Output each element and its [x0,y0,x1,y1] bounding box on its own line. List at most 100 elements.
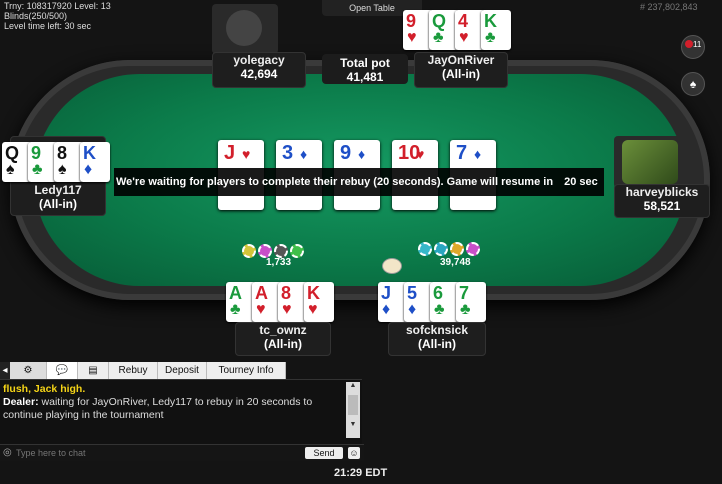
player-stack: 58,521 [643,199,681,213]
card-rank: 5 [407,283,418,303]
hole-card: K ♦ [80,142,110,182]
card-suit-icon: ♦ [300,146,308,162]
pot-box: Total pot 41,481 [322,54,408,84]
card-suit-icon: ♣ [32,161,43,178]
card-rank: 4 [458,11,469,31]
seat-yolegacy[interactable]: yolegacy 42,694 [212,52,306,88]
hand-ranking-icon[interactable]: ♠ [681,72,705,96]
default-avatar-icon [226,10,262,46]
dealer-button-icon [382,258,402,274]
player-name: JayOnRiver [427,53,495,67]
chip-icon [258,244,272,258]
card-suit-icon: ♣ [434,301,445,318]
leaf-avatar-icon [622,140,678,184]
avatar-yolegacy [212,4,278,54]
level-time-line: Level time left: 30 sec [4,21,92,31]
chip-icon [466,242,480,256]
bet-amount-right: 39,748 [440,257,471,268]
card-rank: Q [432,11,447,31]
waiting-message: We're waiting for players to complete th… [116,176,554,188]
chat-input-row: ◎ Send ☺ [0,444,364,461]
player-name: yolegacy [233,53,285,67]
hole-card: K ♥ [304,282,334,322]
card-suit-icon: ♠ [58,161,67,178]
card-rank: K [83,143,96,163]
waiting-seconds: 20 sec [564,176,598,188]
card-rank: 7 [459,283,470,303]
notes-tab-icon[interactable]: ▤ [78,362,109,379]
cards-sofcknsick: J ♦ 5 ♦ 6 ♣ 7 ♣ [378,282,490,324]
card-suit-icon: ♥ [282,301,292,318]
player-stack: (All-in) [418,337,456,351]
rebuy-waiting-banner: We're waiting for players to complete th… [114,168,604,196]
card-rank: Q [5,143,20,163]
card-rank: K [307,283,320,303]
scroll-up-icon[interactable]: ▲ [346,382,360,389]
card-rank: J [224,142,236,164]
card-rank: A [229,283,242,303]
chat-tab-icon[interactable]: 💬 [47,362,78,379]
card-rank: 7 [456,142,468,164]
hole-card: K ♣ [481,10,511,50]
dealer-message: waiting for JayOnRiver, Ledy117 to rebuy… [3,396,313,421]
card-rank: 8 [281,283,292,303]
chat-scrollbar[interactable]: ▲ ▼ [346,382,360,438]
player-stack: (All-in) [264,337,302,351]
scroll-down-icon[interactable]: ▼ [346,421,360,428]
card-suit-icon: ♦ [408,301,417,318]
send-button[interactable]: Send [305,447,343,459]
chip-icon [450,242,464,256]
seat-sofcknsick[interactable]: sofcknsick (All-in) [388,322,486,356]
cards-tc-ownz: A ♣ A ♥ 8 ♥ K ♥ [226,282,338,324]
blinds-line: Blinds(250/500) [4,11,68,21]
chat-bubble-icon: ◎ [3,447,12,458]
card-suit-icon: ♣ [433,29,444,46]
card-suit-icon: ♥ [242,146,251,162]
tourney-info-tab[interactable]: Tourney Info [207,362,286,379]
seat-jayonriver[interactable]: JayOnRiver (All-in) [414,52,508,88]
pot-label: Total pot [340,56,390,70]
player-name: sofcknsick [405,323,469,337]
card-suit-icon: ♣ [230,301,241,318]
card-rank: A [255,283,268,303]
card-rank: K [484,11,497,31]
card-rank: 9 [31,143,42,163]
card-suit-icon: ♣ [460,301,471,318]
card-suit-icon: ♦ [84,161,93,178]
chip-icon [418,242,432,256]
seat-harveyblicks[interactable]: harveyblicks 58,521 [614,184,710,218]
card-rank: 9 [406,11,417,31]
player-name: tc_ownz [259,323,307,337]
chat-log: flush, Jack high. Dealer: waiting for Ja… [0,379,362,444]
settings-gear-icon[interactable]: ⚙ [10,362,47,379]
chip-icon [242,244,256,258]
deposit-tab[interactable]: Deposit [158,362,207,379]
chip-icon [290,244,304,258]
chip-icon [274,244,288,258]
card-suit-icon: ♦ [382,301,391,318]
pot-value: 41,481 [346,70,384,84]
chip-icon [434,242,448,256]
tournament-badge-icon[interactable]: 11 [681,35,705,59]
emoji-icon[interactable]: ☺ [348,447,360,459]
badge-count: 11 [693,40,702,49]
player-name: Ledy117 [34,183,82,197]
card-rank: 8 [57,143,68,163]
card-suit-icon: ♥ [407,29,417,46]
card-suit-icon: ♣ [485,29,496,46]
card-suit-icon: ♦ [358,146,366,162]
tourney-line: Trny: 108317920 Level: 13 [4,1,111,11]
player-name: harveyblicks [625,185,699,199]
scroll-thumb[interactable] [348,395,358,415]
player-stack: (All-in) [442,67,480,81]
chat-input[interactable] [14,446,302,460]
collapse-arrow-icon[interactable]: ◂ [0,362,10,379]
card-rank: J [381,283,392,303]
card-rank: 6 [433,283,444,303]
card-rank: 9 [340,142,352,164]
seat-tc-ownz[interactable]: tc_ownz (All-in) [235,322,331,356]
rebuy-tab[interactable]: Rebuy [109,362,158,379]
bet-amount-left: 1,733 [266,257,292,268]
tourney-info: Trny: 108317920 Level: 13 Blinds(250/500… [4,1,111,31]
card-suit-icon: ♥ [416,146,425,162]
